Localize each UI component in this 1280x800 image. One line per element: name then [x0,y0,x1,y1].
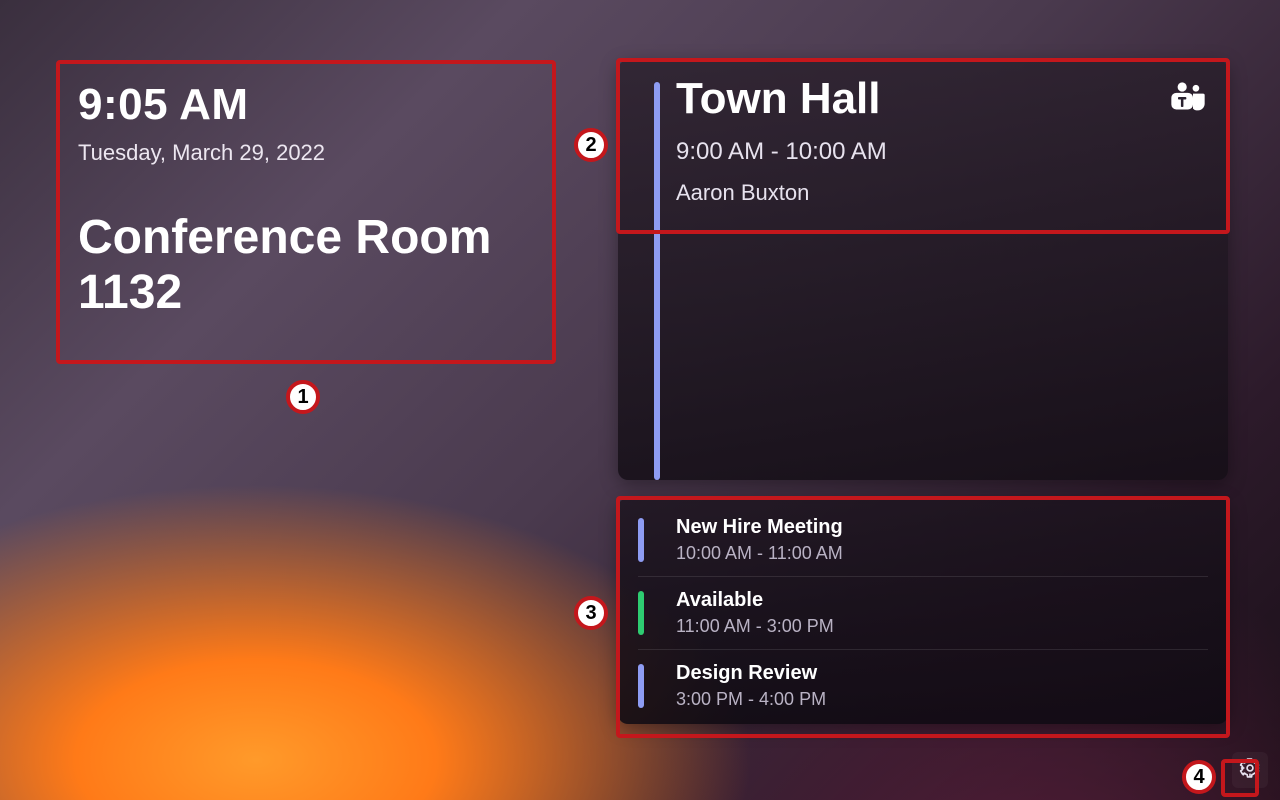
upcoming-time: 3:00 PM - 4:00 PM [676,689,1188,710]
upcoming-title: Available [676,589,1188,612]
annotation-number-3: 3 [574,596,608,630]
upcoming-item[interactable]: New Hire Meeting 10:00 AM - 11:00 AM [618,504,1228,576]
current-meeting-card[interactable]: Town Hall 9:00 AM - 10:00 AM Aaron Buxto… [618,60,1228,480]
status-chip-free [638,591,644,635]
upcoming-item[interactable]: Available 11:00 AM - 3:00 PM [638,576,1208,649]
annotation-number-4: 4 [1182,760,1216,794]
annotation-number-2: 2 [574,128,608,162]
annotation-number-1: 1 [286,380,320,414]
upcoming-item[interactable]: Design Review 3:00 PM - 4:00 PM [638,649,1208,722]
current-meeting-title: Town Hall [676,74,1158,124]
current-date: Tuesday, March 29, 2022 [78,140,534,166]
room-info-card: 9:05 AM Tuesday, March 29, 2022 Conferen… [56,60,556,360]
upcoming-title: Design Review [676,662,1188,685]
current-meeting-content: Town Hall 9:00 AM - 10:00 AM Aaron Buxto… [676,74,1158,206]
status-chip-busy [638,518,644,562]
upcoming-time: 11:00 AM - 3:00 PM [676,616,1188,637]
upcoming-time: 10:00 AM - 11:00 AM [676,543,1208,564]
current-meeting-time: 9:00 AM - 10:00 AM [676,138,1158,166]
status-chip-busy [638,664,644,708]
calendar-column: Town Hall 9:00 AM - 10:00 AM Aaron Buxto… [618,60,1228,480]
settings-button[interactable] [1232,752,1268,788]
current-meeting-organizer: Aaron Buxton [676,180,1158,206]
current-meeting-accent-bar [654,82,660,480]
current-time: 9:05 AM [78,80,534,130]
upcoming-list: New Hire Meeting 10:00 AM - 11:00 AM Ava… [618,498,1228,724]
upcoming-title: New Hire Meeting [676,516,1208,539]
room-name: Conference Room 1132 [78,210,534,320]
gear-icon [1239,757,1261,784]
teams-icon [1168,82,1208,112]
